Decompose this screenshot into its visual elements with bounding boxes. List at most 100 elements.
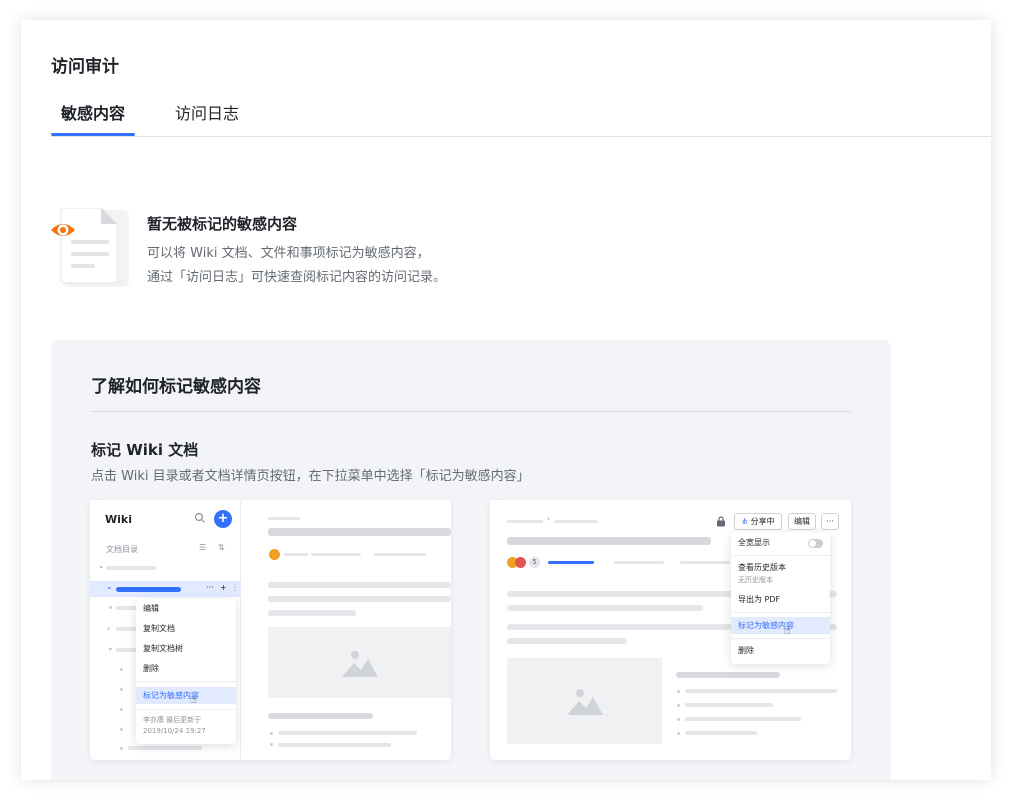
search-icon [194,512,205,523]
author-placeholder [548,561,594,564]
menu-separator [731,612,830,613]
full-width-toggle[interactable] [808,539,823,548]
document-eye-icon [51,208,129,287]
empty-state-title: 暂无被标记的敏感内容 [147,215,298,233]
menu-item-copy-doc-tree[interactable]: 复制文档树 [136,642,236,656]
hand-cursor-icon: ☝ [190,693,197,706]
edit-button[interactable]: 编辑 [788,513,816,530]
wiki-context-menu: 编辑 复制文档 复制文档树 删除 标记为敏感内容 李亦康 最后更新于 2019/… [136,599,236,744]
more-icon: ··· [206,583,214,592]
doc-placeholder [685,689,837,693]
bullet [120,668,123,671]
bullet [677,718,680,721]
bullet [677,690,680,693]
doc-placeholder [680,561,730,564]
bullet [270,743,273,746]
doc-title-placeholder [507,537,711,545]
empty-desc-line-2: 通过「访问日志」可快速查阅标记内容的访问记录。 [147,270,447,285]
avatar [269,549,280,560]
sort-icon: ⇅ [218,543,225,552]
avatar-count: 5 [529,557,540,568]
chevron-down-icon: ⌄ [106,582,113,591]
guide-description: 点击 Wiki 目录或者文档详情页按钮，在下拉菜单中选择「标记为敏感内容」 [91,469,530,484]
doc-placeholder [268,517,300,520]
doc-placeholder [507,638,627,644]
doc-placeholder [278,731,417,735]
doc-placeholder [614,561,664,564]
last-updated-time: 2019/10/24 19:27 [143,727,206,735]
doc-placeholder [268,582,451,588]
bullet [120,728,123,731]
page-title: 访问审计 [51,57,119,77]
image-icon [341,650,378,677]
doc-placeholder [268,713,373,719]
menu-item-mark-sensitive[interactable]: 标记为敏感内容 [731,617,830,634]
tree-placeholder [128,746,202,750]
tree-row-selected: ⌄ ··· + ⋮ [90,581,241,597]
guide-subtitle: 标记 Wiki 文档 [91,441,199,459]
tree-row-title-placeholder [116,587,181,592]
doc-more-menu: 全宽显示 查看历史版本 无历史版本 导出为 PDF 标记为敏感内容 删除 [731,532,830,664]
audit-panel: 访问审计 敏感内容 访问日志 暂无被标记的敏感内容 可以将 Wiki 文档、文件… [21,20,991,780]
bullet [677,732,680,735]
doc-placeholder [268,596,451,602]
doc-title-placeholder [268,528,451,536]
bullet [109,606,112,609]
tab-bar: 敏感内容 访问日志 [51,96,991,137]
bullet [270,732,273,735]
doc-placeholder [311,553,361,556]
guide-card: 了解如何标记敏感内容 标记 Wiki 文档 点击 Wiki 目录或者文档详情页按… [51,340,891,780]
share-icon: ⋔ [741,517,749,526]
add-icon: + [214,510,232,528]
menu-item-export-pdf[interactable]: 导出为 PDF [731,593,830,607]
bullet [120,747,123,750]
avatar [515,557,526,568]
bullet [120,688,123,691]
bullet [120,708,123,711]
guide-divider [91,411,851,412]
menu-item-mark-sensitive[interactable]: 标记为敏感内容 [136,687,236,704]
wiki-tree-illustration: Wiki + 文档目录 ☰ ⇅ ⌄ ⌄ ··· + ⋮ › ⌄ 编辑 复制文档 … [90,500,451,760]
breadcrumb-placeholder [507,520,543,523]
chevron-right-icon: › [547,514,551,523]
doc-detail-illustration: › ⋔ 分享中 编辑 ··· 5 全宽显示 查看历史版本 无历史版本 导出为 P… [490,500,851,760]
tree-placeholder [106,566,156,570]
tab-access-log[interactable]: 访问日志 [175,100,239,124]
menu-separator [136,709,236,710]
chevron-right-icon: › [107,624,111,633]
doc-placeholder [374,553,426,556]
menu-item-delete[interactable]: 删除 [731,644,830,658]
menu-item-view-history[interactable]: 查看历史版本 [731,561,830,575]
history-note: 无历史版本 [738,576,773,584]
breadcrumb-placeholder [554,520,598,523]
doc-placeholder [685,703,773,707]
image-icon [566,689,603,715]
chevron-down-icon: ⌄ [107,643,114,652]
more-button[interactable]: ··· [821,513,839,530]
chevron-down-icon: ⌄ [98,561,105,570]
last-updated-by: 李亦康 最后更新于 [143,716,202,724]
wiki-header: Wiki [105,513,132,526]
menu-item-delete[interactable]: 删除 [136,662,236,676]
doc-placeholder [685,731,757,735]
menu-separator [731,638,830,639]
share-button-label: 分享中 [750,517,775,526]
image-placeholder [507,658,662,744]
doc-placeholder [268,610,356,616]
menu-item-copy-doc[interactable]: 复制文档 [136,622,236,636]
doc-placeholder [284,553,308,556]
drag-handle-icon: ⋮ [231,583,239,592]
guide-title: 了解如何标记敏感内容 [91,377,261,397]
lock-icon [717,516,725,527]
doc-placeholder [507,605,703,611]
empty-state-description: 可以将 Wiki 文档、文件和事项标记为敏感内容， 通过「访问日志」可快速查阅标… [147,242,446,290]
hand-cursor-icon: ☝ [784,624,791,637]
menu-item-edit[interactable]: 编辑 [136,602,236,616]
menu-separator [731,555,830,556]
image-placeholder [268,627,451,698]
empty-desc-line-1: 可以将 Wiki 文档、文件和事项标记为敏感内容， [147,246,430,261]
share-button[interactable]: ⋔ 分享中 [734,513,782,530]
doc-placeholder [685,717,801,721]
tab-sensitive-content[interactable]: 敏感内容 [61,100,125,124]
bullet [677,704,680,707]
